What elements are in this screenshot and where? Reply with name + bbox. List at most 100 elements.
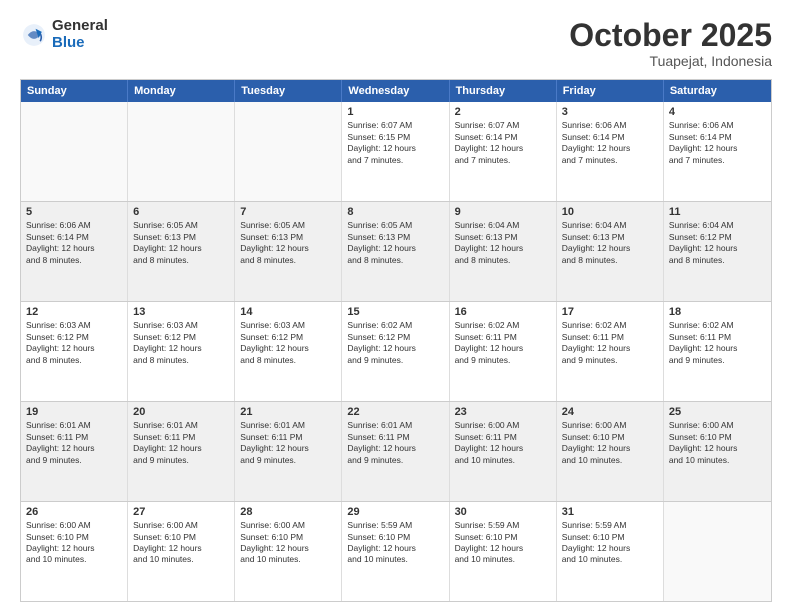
- calendar-cell: 11Sunrise: 6:04 AM Sunset: 6:12 PM Dayli…: [664, 202, 771, 301]
- logo-general: General: [52, 18, 108, 35]
- calendar-cell: 16 Sunrise: 6:02 AM Sunset: 6:11 PM Dayli…: [450, 302, 557, 401]
- weekday-header: Tuesday: [235, 80, 342, 102]
- day-number: 21: [240, 406, 336, 418]
- calendar-cell: 20 Sunrise: 6:01 AM Sunset: 6:11 PM Dayli…: [128, 402, 235, 501]
- day-number: 20: [133, 406, 229, 418]
- page-header: General Blue October 2025 Tuapejat, Indo…: [20, 18, 772, 69]
- calendar-page: General Blue October 2025 Tuapejat, Indo…: [0, 0, 792, 612]
- cell-info: Sunrise: 6:06 AM Sunset: 6:14 PM Dayligh…: [669, 120, 766, 166]
- day-number: 19: [26, 406, 122, 418]
- calendar-cell: 12Sunrise: 6:03 AM Sunset: 6:12 PM Dayli…: [21, 302, 128, 401]
- calendar-cell: 26 Sunrise: 6:00 AM Sunset: 6:10 PM Dayli…: [21, 502, 128, 601]
- day-number: 15: [347, 306, 443, 318]
- calendar-cell: 19 Sunrise: 6:01 AM Sunset: 6:11 PM Dayli…: [21, 402, 128, 501]
- calendar-cell: [235, 102, 342, 201]
- location: Tuapejat, Indonesia: [569, 53, 772, 69]
- cell-info: Sunrise: 6:02 AM Sunset: 6:11 PM Dayligh…: [562, 320, 658, 366]
- cell-info: Sunrise: 6:00 AM Sunset: 6:11 PM Dayligh…: [455, 420, 551, 466]
- month-title: October 2025: [569, 18, 772, 53]
- day-number: 5: [26, 206, 122, 218]
- cell-info: Sunrise: 6:00 AM Sunset: 6:10 PM Dayligh…: [26, 520, 122, 566]
- calendar-cell: 6 Sunrise: 6:05 AM Sunset: 6:13 PM Daylig…: [128, 202, 235, 301]
- calendar-cell: 13Sunrise: 6:03 AM Sunset: 6:12 PM Dayli…: [128, 302, 235, 401]
- cell-info: Sunrise: 6:02 AM Sunset: 6:11 PM Dayligh…: [455, 320, 551, 366]
- logo-text: General Blue: [52, 18, 108, 51]
- calendar-row: 12 Sunrise: 6:03 AM Sunset: 6:12 PM Dayli…: [21, 301, 771, 401]
- calendar-row: 26 Sunrise: 6:00 AM Sunset: 6:10 PM Dayli…: [21, 501, 771, 601]
- day-number: 27: [133, 506, 229, 518]
- day-number: 10: [562, 206, 658, 218]
- day-number: 2: [455, 106, 551, 118]
- cell-info: Sunrise: 6:04 AM Sunset: 6:13 PM Dayligh…: [562, 220, 658, 266]
- cell-info: Sunrise: 5:59 AM Sunset: 6:10 PM Dayligh…: [455, 520, 551, 566]
- day-number: 28: [240, 506, 336, 518]
- logo-blue: Blue: [52, 35, 108, 52]
- logo: General Blue: [20, 18, 108, 51]
- cell-info: Sunrise: 6:00 AM Sunset: 6:10 PM Dayligh…: [240, 520, 336, 566]
- cell-info: Sunrise: 6:00 AM Sunset: 6:10 PM Dayligh…: [133, 520, 229, 566]
- day-number: 7: [240, 206, 336, 218]
- day-number: 30: [455, 506, 551, 518]
- day-number: 6: [133, 206, 229, 218]
- calendar-cell: 10 Sunrise: 6:04 AM Sunset: 6:13 PM Dayli…: [557, 202, 664, 301]
- cell-info: Sunrise: 6:07 AM Sunset: 6:14 PM Dayligh…: [455, 120, 551, 166]
- day-number: 25: [669, 406, 766, 418]
- weekday-header: Friday: [557, 80, 664, 102]
- calendar-body: 1Sunrise: 6:07 AM Sunset: 6:15 PM Daylig…: [21, 102, 771, 601]
- calendar-header: SundayMondayTuesdayWednesdayThursdayFrid…: [21, 80, 771, 102]
- day-number: 13: [133, 306, 229, 318]
- day-number: 18: [669, 306, 766, 318]
- cell-info: Sunrise: 5:59 AM Sunset: 6:10 PM Dayligh…: [562, 520, 658, 566]
- cell-info: Sunrise: 6:02 AM Sunset: 6:11 PM Dayligh…: [669, 320, 766, 366]
- calendar-cell: 3Sunrise: 6:06 AM Sunset: 6:14 PM Daylig…: [557, 102, 664, 201]
- calendar-cell: 25 Sunrise: 6:00 AM Sunset: 6:10 PM Dayli…: [664, 402, 771, 501]
- calendar-row: 1Sunrise: 6:07 AM Sunset: 6:15 PM Daylig…: [21, 102, 771, 201]
- day-number: 8: [347, 206, 443, 218]
- cell-info: Sunrise: 6:06 AM Sunset: 6:14 PM Dayligh…: [26, 220, 122, 266]
- cell-info: Sunrise: 5:59 AM Sunset: 6:10 PM Dayligh…: [347, 520, 443, 566]
- calendar-cell: 1Sunrise: 6:07 AM Sunset: 6:15 PM Daylig…: [342, 102, 449, 201]
- calendar-cell: 27 Sunrise: 6:00 AM Sunset: 6:10 PM Dayli…: [128, 502, 235, 601]
- calendar-cell: 15 Sunrise: 6:02 AM Sunset: 6:12 PM Dayli…: [342, 302, 449, 401]
- cell-info: Sunrise: 6:02 AM Sunset: 6:12 PM Dayligh…: [347, 320, 443, 366]
- day-number: 12: [26, 306, 122, 318]
- day-number: 14: [240, 306, 336, 318]
- calendar-cell: 29Sunrise: 5:59 AM Sunset: 6:10 PM Dayli…: [342, 502, 449, 601]
- cell-info: Sunrise: 6:00 AM Sunset: 6:10 PM Dayligh…: [669, 420, 766, 466]
- cell-info: Sunrise: 6:03 AM Sunset: 6:12 PM Dayligh…: [240, 320, 336, 366]
- day-number: 24: [562, 406, 658, 418]
- day-number: 16: [455, 306, 551, 318]
- logo-icon: [20, 21, 48, 49]
- calendar-cell: 18 Sunrise: 6:02 AM Sunset: 6:11 PM Dayli…: [664, 302, 771, 401]
- calendar-cell: 2 Sunrise: 6:07 AM Sunset: 6:14 PM Daylig…: [450, 102, 557, 201]
- calendar-cell: [21, 102, 128, 201]
- calendar-cell: 24 Sunrise: 6:00 AM Sunset: 6:10 PM Dayli…: [557, 402, 664, 501]
- calendar-cell: 8 Sunrise: 6:05 AM Sunset: 6:13 PM Daylig…: [342, 202, 449, 301]
- cell-info: Sunrise: 6:05 AM Sunset: 6:13 PM Dayligh…: [240, 220, 336, 266]
- cell-info: Sunrise: 6:04 AM Sunset: 6:12 PM Dayligh…: [669, 220, 766, 266]
- calendar-cell: 30 Sunrise: 5:59 AM Sunset: 6:10 PM Dayli…: [450, 502, 557, 601]
- calendar-cell: [128, 102, 235, 201]
- day-number: 9: [455, 206, 551, 218]
- calendar-cell: 28 Sunrise: 6:00 AM Sunset: 6:10 PM Dayli…: [235, 502, 342, 601]
- day-number: 17: [562, 306, 658, 318]
- calendar-cell: 22 Sunrise: 6:01 AM Sunset: 6:11 PM Dayli…: [342, 402, 449, 501]
- cell-info: Sunrise: 6:01 AM Sunset: 6:11 PM Dayligh…: [26, 420, 122, 466]
- calendar-cell: [664, 502, 771, 601]
- cell-info: Sunrise: 6:05 AM Sunset: 6:13 PM Dayligh…: [347, 220, 443, 266]
- calendar-row: 19 Sunrise: 6:01 AM Sunset: 6:11 PM Dayli…: [21, 401, 771, 501]
- day-number: 26: [26, 506, 122, 518]
- calendar-cell: 31Sunrise: 5:59 AM Sunset: 6:10 PM Dayli…: [557, 502, 664, 601]
- cell-info: Sunrise: 6:05 AM Sunset: 6:13 PM Dayligh…: [133, 220, 229, 266]
- calendar-cell: 9Sunrise: 6:04 AM Sunset: 6:13 PM Daylig…: [450, 202, 557, 301]
- cell-info: Sunrise: 6:01 AM Sunset: 6:11 PM Dayligh…: [347, 420, 443, 466]
- day-number: 22: [347, 406, 443, 418]
- title-block: October 2025 Tuapejat, Indonesia: [569, 18, 772, 69]
- day-number: 23: [455, 406, 551, 418]
- weekday-header: Sunday: [21, 80, 128, 102]
- cell-info: Sunrise: 6:00 AM Sunset: 6:10 PM Dayligh…: [562, 420, 658, 466]
- day-number: 1: [347, 106, 443, 118]
- cell-info: Sunrise: 6:06 AM Sunset: 6:14 PM Dayligh…: [562, 120, 658, 166]
- calendar-cell: 14 Sunrise: 6:03 AM Sunset: 6:12 PM Dayli…: [235, 302, 342, 401]
- cell-info: Sunrise: 6:01 AM Sunset: 6:11 PM Dayligh…: [133, 420, 229, 466]
